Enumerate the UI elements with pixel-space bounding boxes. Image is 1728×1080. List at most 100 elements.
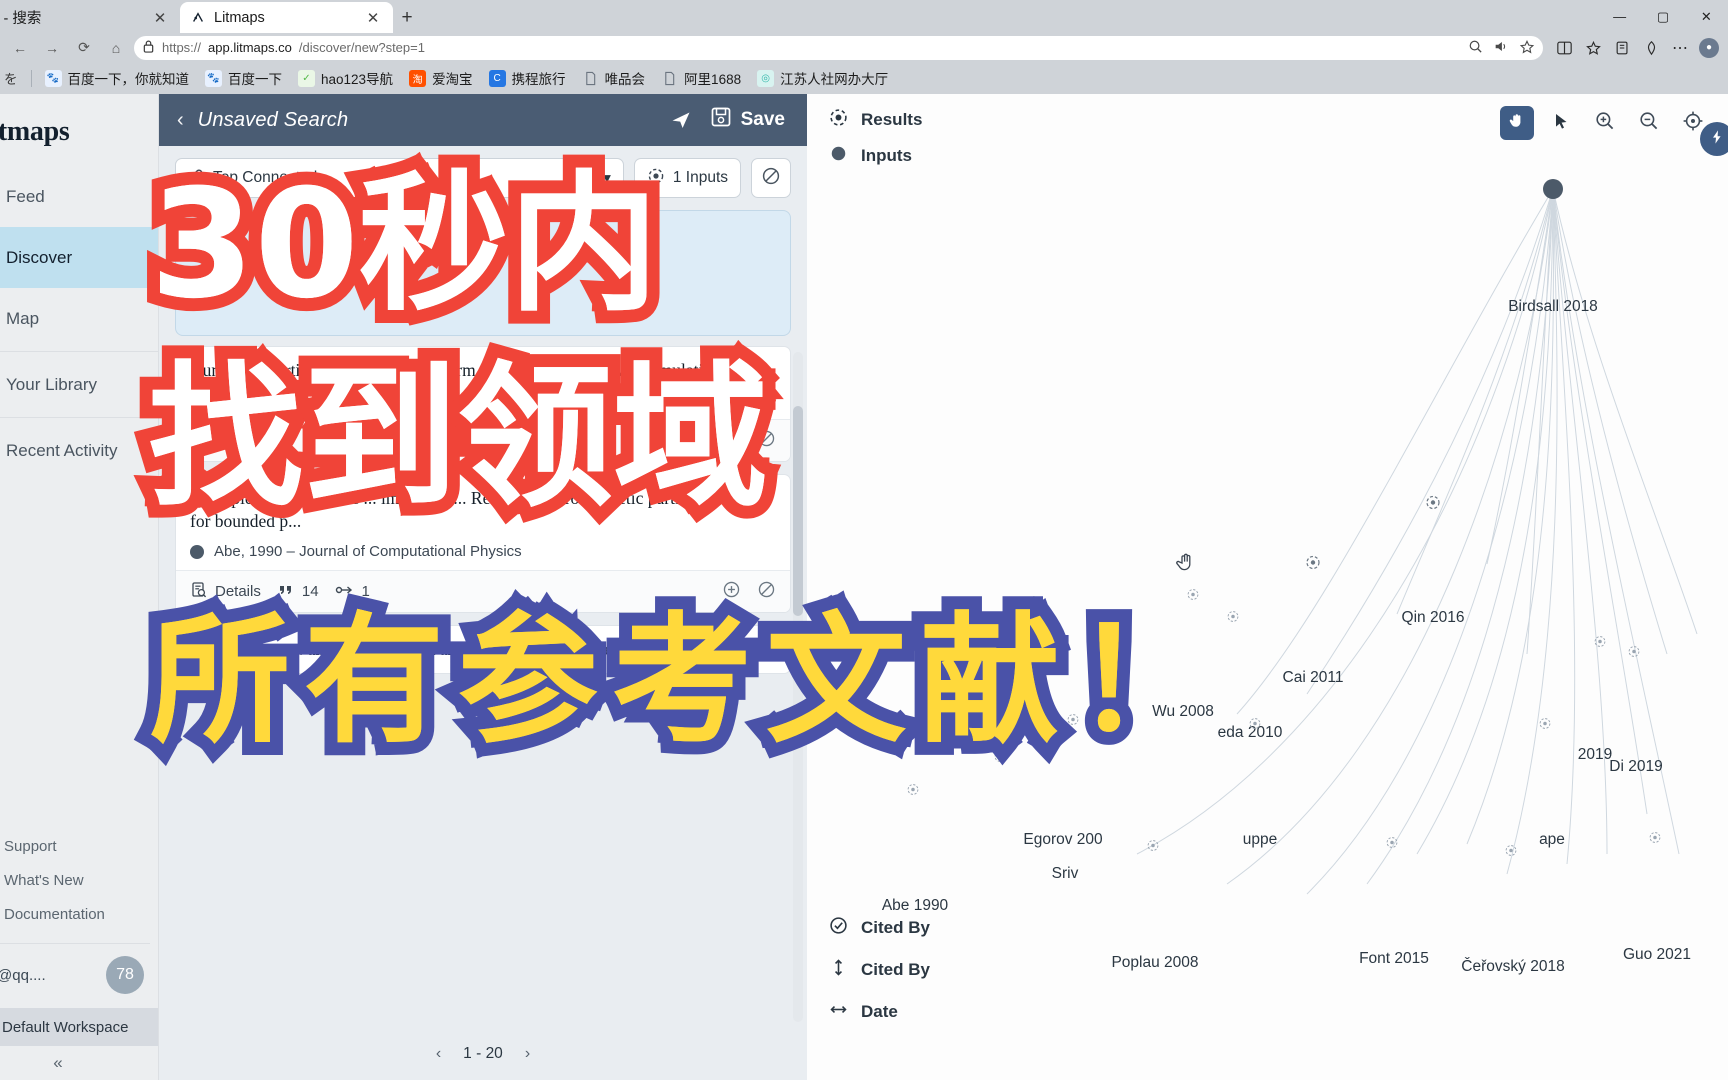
save-button[interactable]: Save <box>704 94 807 146</box>
graph-node-label[interactable]: Guo 2021 <box>1623 946 1691 964</box>
bookmark-item[interactable]: ◎ 江苏人社网办大厅 <box>750 65 895 91</box>
result-card[interactable]: A coupled collision-free ... implicit m.… <box>175 474 791 614</box>
bookmark-partial[interactable]: を <box>4 65 25 91</box>
bookmark-item[interactable]: 阿里1688 <box>654 65 748 91</box>
graph-node-marker[interactable] <box>1627 645 1641 664</box>
graph-node-marker[interactable] <box>906 783 920 802</box>
graph-node-marker[interactable] <box>1593 635 1607 654</box>
bookmark-item[interactable]: ✓ hao123导航 <box>291 65 400 91</box>
maximize-icon[interactable]: ▢ <box>1641 0 1684 33</box>
graph-node-marker[interactable] <box>1543 179 1563 199</box>
graph-node-label[interactable]: 2019 <box>1578 746 1612 764</box>
legend-cited-by-color[interactable]: Cited By <box>829 916 930 940</box>
inputs-button[interactable]: 1 Inputs <box>633 158 741 198</box>
exclude-button[interactable] <box>751 158 791 198</box>
graph-node-label[interactable]: Abe 1990 <box>882 897 948 915</box>
bookmark-item[interactable]: 淘 爱淘宝 <box>402 65 480 91</box>
settings-icon[interactable]: ⋯ <box>1667 36 1693 60</box>
legend-results[interactable]: Results <box>829 108 922 132</box>
forward-icon[interactable]: → <box>38 36 66 60</box>
quick-actions-button[interactable] <box>1700 122 1728 156</box>
minimize-icon[interactable]: — <box>1598 0 1641 33</box>
graph-node-label[interactable]: Egorov 200 <box>1023 831 1102 849</box>
graph-node-label[interactable]: Qin 2016 <box>1402 609 1465 627</box>
zoom-in-button[interactable] <box>1588 106 1622 140</box>
graph-node-marker[interactable] <box>1146 839 1160 858</box>
graph-node-marker[interactable] <box>1248 717 1262 736</box>
graph-node-marker[interactable] <box>1186 588 1200 607</box>
graph-node-marker[interactable] <box>1305 555 1321 576</box>
back-icon[interactable]: ← <box>6 36 34 60</box>
browser-tab-2[interactable]: Litmaps ✕ <box>180 2 393 33</box>
favorite-star-icon[interactable] <box>1519 39 1535 57</box>
sidebar-item-your-library[interactable]: Your Library <box>0 354 158 415</box>
graph-node-label[interactable]: Sriv <box>1052 865 1079 883</box>
reference-count[interactable]: 1 <box>335 582 370 602</box>
results-scrollbar-thumb[interactable] <box>793 406 803 616</box>
sidebar-item-map[interactable]: Map <box>0 288 158 349</box>
graph-node-marker[interactable] <box>993 750 1007 769</box>
browser-tab-1[interactable]: maps - 搜索 ✕ <box>0 2 180 33</box>
results-list[interactable]: Numerical particle method for long-term … <box>159 346 807 1028</box>
close-window-icon[interactable]: ✕ <box>1685 0 1728 33</box>
graph-node-marker[interactable] <box>1425 495 1441 516</box>
paper-plane-icon[interactable] <box>658 94 704 146</box>
sidebar-item-support[interactable]: Support <box>0 829 158 863</box>
sidebar-item-discover[interactable]: Discover <box>0 227 158 288</box>
sidebar-item-whats-new[interactable]: What's New <box>0 863 158 897</box>
graph-node-label[interactable]: Font 2015 <box>1359 950 1429 968</box>
exclude-result-button[interactable] <box>757 429 776 452</box>
next-page-button[interactable]: › <box>525 1045 530 1063</box>
top-connected-dropdown[interactable]: Top Connected ▾ <box>175 158 624 198</box>
select-tool-button[interactable] <box>1544 106 1578 140</box>
search-title[interactable]: Unsaved Search <box>198 109 349 132</box>
home-icon[interactable]: ⌂ <box>102 36 130 60</box>
graph-node-marker[interactable] <box>1504 844 1518 863</box>
legend-cited-by-axis[interactable]: Cited By <box>829 958 930 982</box>
graph-node-marker[interactable] <box>1026 595 1040 614</box>
graph-node-marker[interactable] <box>1538 717 1552 736</box>
graph-node-label[interactable]: uppe <box>1243 831 1277 849</box>
graph-node-label[interactable]: Di 2019 <box>1609 758 1662 776</box>
graph-canvas[interactable]: Results Inputs Cited By Cited By Date Bi… <box>807 94 1728 1080</box>
result-card[interactable]: Numerical particle method for long-term … <box>175 346 791 463</box>
graph-node-label[interactable]: Poplau 2008 <box>1111 954 1198 972</box>
legend-date-axis[interactable]: Date <box>829 1000 930 1024</box>
sidebar-collapse-button[interactable]: « <box>0 1046 158 1080</box>
add-to-map-button[interactable] <box>722 429 741 452</box>
graph-node-label[interactable]: Birdsall 2018 <box>1508 298 1598 316</box>
account-row[interactable]: 732@qq.... 78 <box>0 943 150 1004</box>
bookmark-item[interactable]: 唯品会 <box>575 65 653 91</box>
graph-node-marker[interactable] <box>1385 836 1399 855</box>
split-screen-icon[interactable] <box>1551 36 1577 60</box>
refresh-icon[interactable]: ⟳ <box>70 36 98 60</box>
browser-essentials-icon[interactable] <box>1638 36 1664 60</box>
graph-node-label[interactable]: Cai 2011 <box>1283 669 1344 687</box>
details-button[interactable]: Details <box>190 430 261 452</box>
graph-node-marker[interactable] <box>1226 610 1240 629</box>
prev-page-button[interactable]: ‹ <box>436 1045 441 1063</box>
sidebar-item-recent-activity[interactable]: Recent Activity <box>0 420 158 481</box>
sidebar-item-feed[interactable]: Feed <box>0 166 158 227</box>
bookmark-item[interactable]: 🐾 百度一下，你就知道 <box>38 65 197 91</box>
result-card[interactable]: Implicit Time ... and Discretization and… <box>175 625 791 675</box>
graph-node-label[interactable]: ape <box>1539 831 1565 849</box>
address-bar[interactable]: https:// app.litmaps.co/discover/new?step… <box>134 35 1543 60</box>
zoom-out-button[interactable] <box>1632 106 1666 140</box>
graph-node-marker[interactable] <box>1648 831 1662 850</box>
details-button[interactable]: Details <box>190 581 261 603</box>
close-icon[interactable]: ✕ <box>150 8 170 28</box>
reference-count[interactable]: 0 <box>335 431 370 451</box>
citation-count[interactable]: 12 <box>277 431 319 451</box>
bookmark-item[interactable]: C 携程旅行 <box>482 65 573 91</box>
graph-node-marker[interactable] <box>1066 713 1080 732</box>
profile-avatar[interactable]: ● <box>1696 36 1722 60</box>
close-icon[interactable]: ✕ <box>363 8 383 28</box>
app-logo[interactable]: Litmaps <box>0 94 158 166</box>
favorites-icon[interactable] <box>1580 36 1606 60</box>
sidebar-item-documentation[interactable]: Documentation <box>0 897 158 931</box>
pan-tool-button[interactable] <box>1500 106 1534 140</box>
collections-icon[interactable] <box>1609 36 1635 60</box>
bookmark-item[interactable]: 🐾 百度一下 <box>198 65 289 91</box>
citation-count[interactable]: 14 <box>277 582 319 602</box>
